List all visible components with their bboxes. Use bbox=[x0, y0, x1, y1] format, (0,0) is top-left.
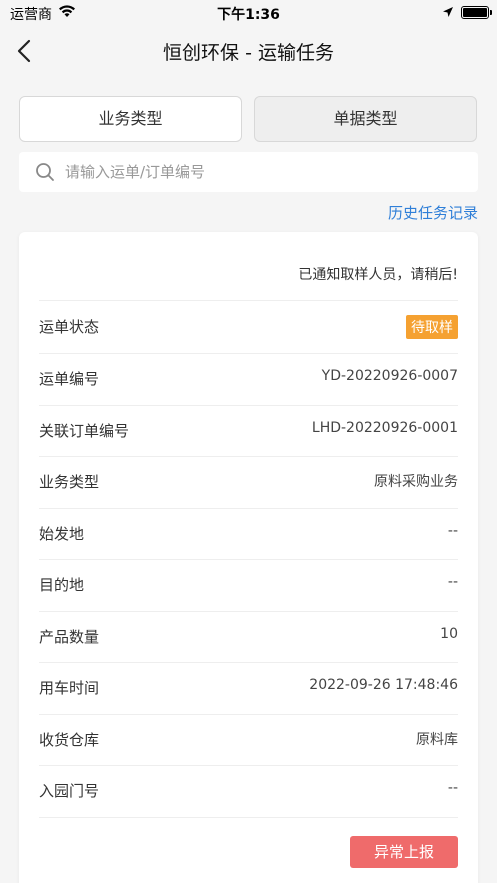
row-value: 10 bbox=[440, 626, 458, 642]
row-label: 业务类型 bbox=[39, 473, 100, 491]
row-label: 产品数量 bbox=[39, 628, 100, 646]
row-value: 原料采购业务 bbox=[374, 474, 458, 490]
row-value: -- bbox=[447, 780, 458, 796]
search-input[interactable] bbox=[65, 152, 465, 192]
row-value: LHD-20220926-0001 bbox=[311, 420, 458, 436]
nav-bar: 恒创环保 - 运输任务 bbox=[0, 26, 497, 76]
row-value: 原料库 bbox=[416, 732, 458, 748]
row-label: 运单状态 bbox=[39, 318, 100, 336]
row-waybill-number: 运单编号 YD-20220926-0007 bbox=[39, 354, 458, 405]
row-vehicle-time: 用车时间 2022-09-26 17:48:46 bbox=[39, 663, 458, 714]
row-gate-number: 入园门号 -- bbox=[39, 766, 458, 817]
document-type-button[interactable]: 单据类型 bbox=[254, 96, 477, 142]
row-label: 收货仓库 bbox=[39, 731, 100, 749]
row-status: 运单状态 待取样 bbox=[39, 302, 458, 353]
row-value: -- bbox=[447, 574, 458, 590]
row-destination: 目的地 -- bbox=[39, 560, 458, 611]
row-label: 运单编号 bbox=[39, 370, 100, 388]
row-business-type: 业务类型 原料采购业务 bbox=[39, 457, 458, 508]
row-origin: 始发地 -- bbox=[39, 509, 458, 560]
history-tasks-link[interactable]: 历史任务记录 bbox=[388, 202, 478, 223]
page-title: 恒创环保 - 运输任务 bbox=[163, 42, 334, 64]
row-warehouse: 收货仓库 原料库 bbox=[39, 715, 458, 766]
row-value: -- bbox=[447, 523, 458, 539]
divider bbox=[39, 300, 458, 301]
row-order-number: 关联订单编号 LHD-20220926-0001 bbox=[39, 406, 458, 457]
row-value: YD-20220926-0007 bbox=[321, 368, 458, 384]
notice-text: 已通知取样人员，请稍后! bbox=[298, 267, 458, 283]
row-label: 入园门号 bbox=[39, 782, 100, 800]
report-exception-button[interactable]: 异常上报 bbox=[350, 836, 458, 868]
row-label: 始发地 bbox=[39, 525, 85, 543]
row-label: 用车时间 bbox=[39, 679, 100, 697]
clock: 下午1:36 bbox=[217, 7, 280, 23]
status-bar: 运营商 下午1:36 bbox=[0, 0, 497, 26]
location-arrow-icon bbox=[443, 7, 453, 17]
row-label: 目的地 bbox=[39, 576, 85, 594]
status-badge: 待取样 bbox=[406, 315, 458, 339]
business-type-button[interactable]: 业务类型 bbox=[19, 96, 242, 142]
search-bar bbox=[19, 152, 478, 192]
row-value: 2022-09-26 17:48:46 bbox=[309, 677, 458, 693]
row-product-quantity: 产品数量 10 bbox=[39, 612, 458, 663]
task-card: 已通知取样人员，请稍后! 运单状态 待取样 运单编号 YD-20220926-0… bbox=[19, 232, 478, 883]
divider bbox=[39, 817, 458, 818]
search-icon bbox=[36, 163, 54, 181]
row-label: 关联订单编号 bbox=[39, 422, 130, 440]
battery-icon bbox=[461, 6, 492, 19]
